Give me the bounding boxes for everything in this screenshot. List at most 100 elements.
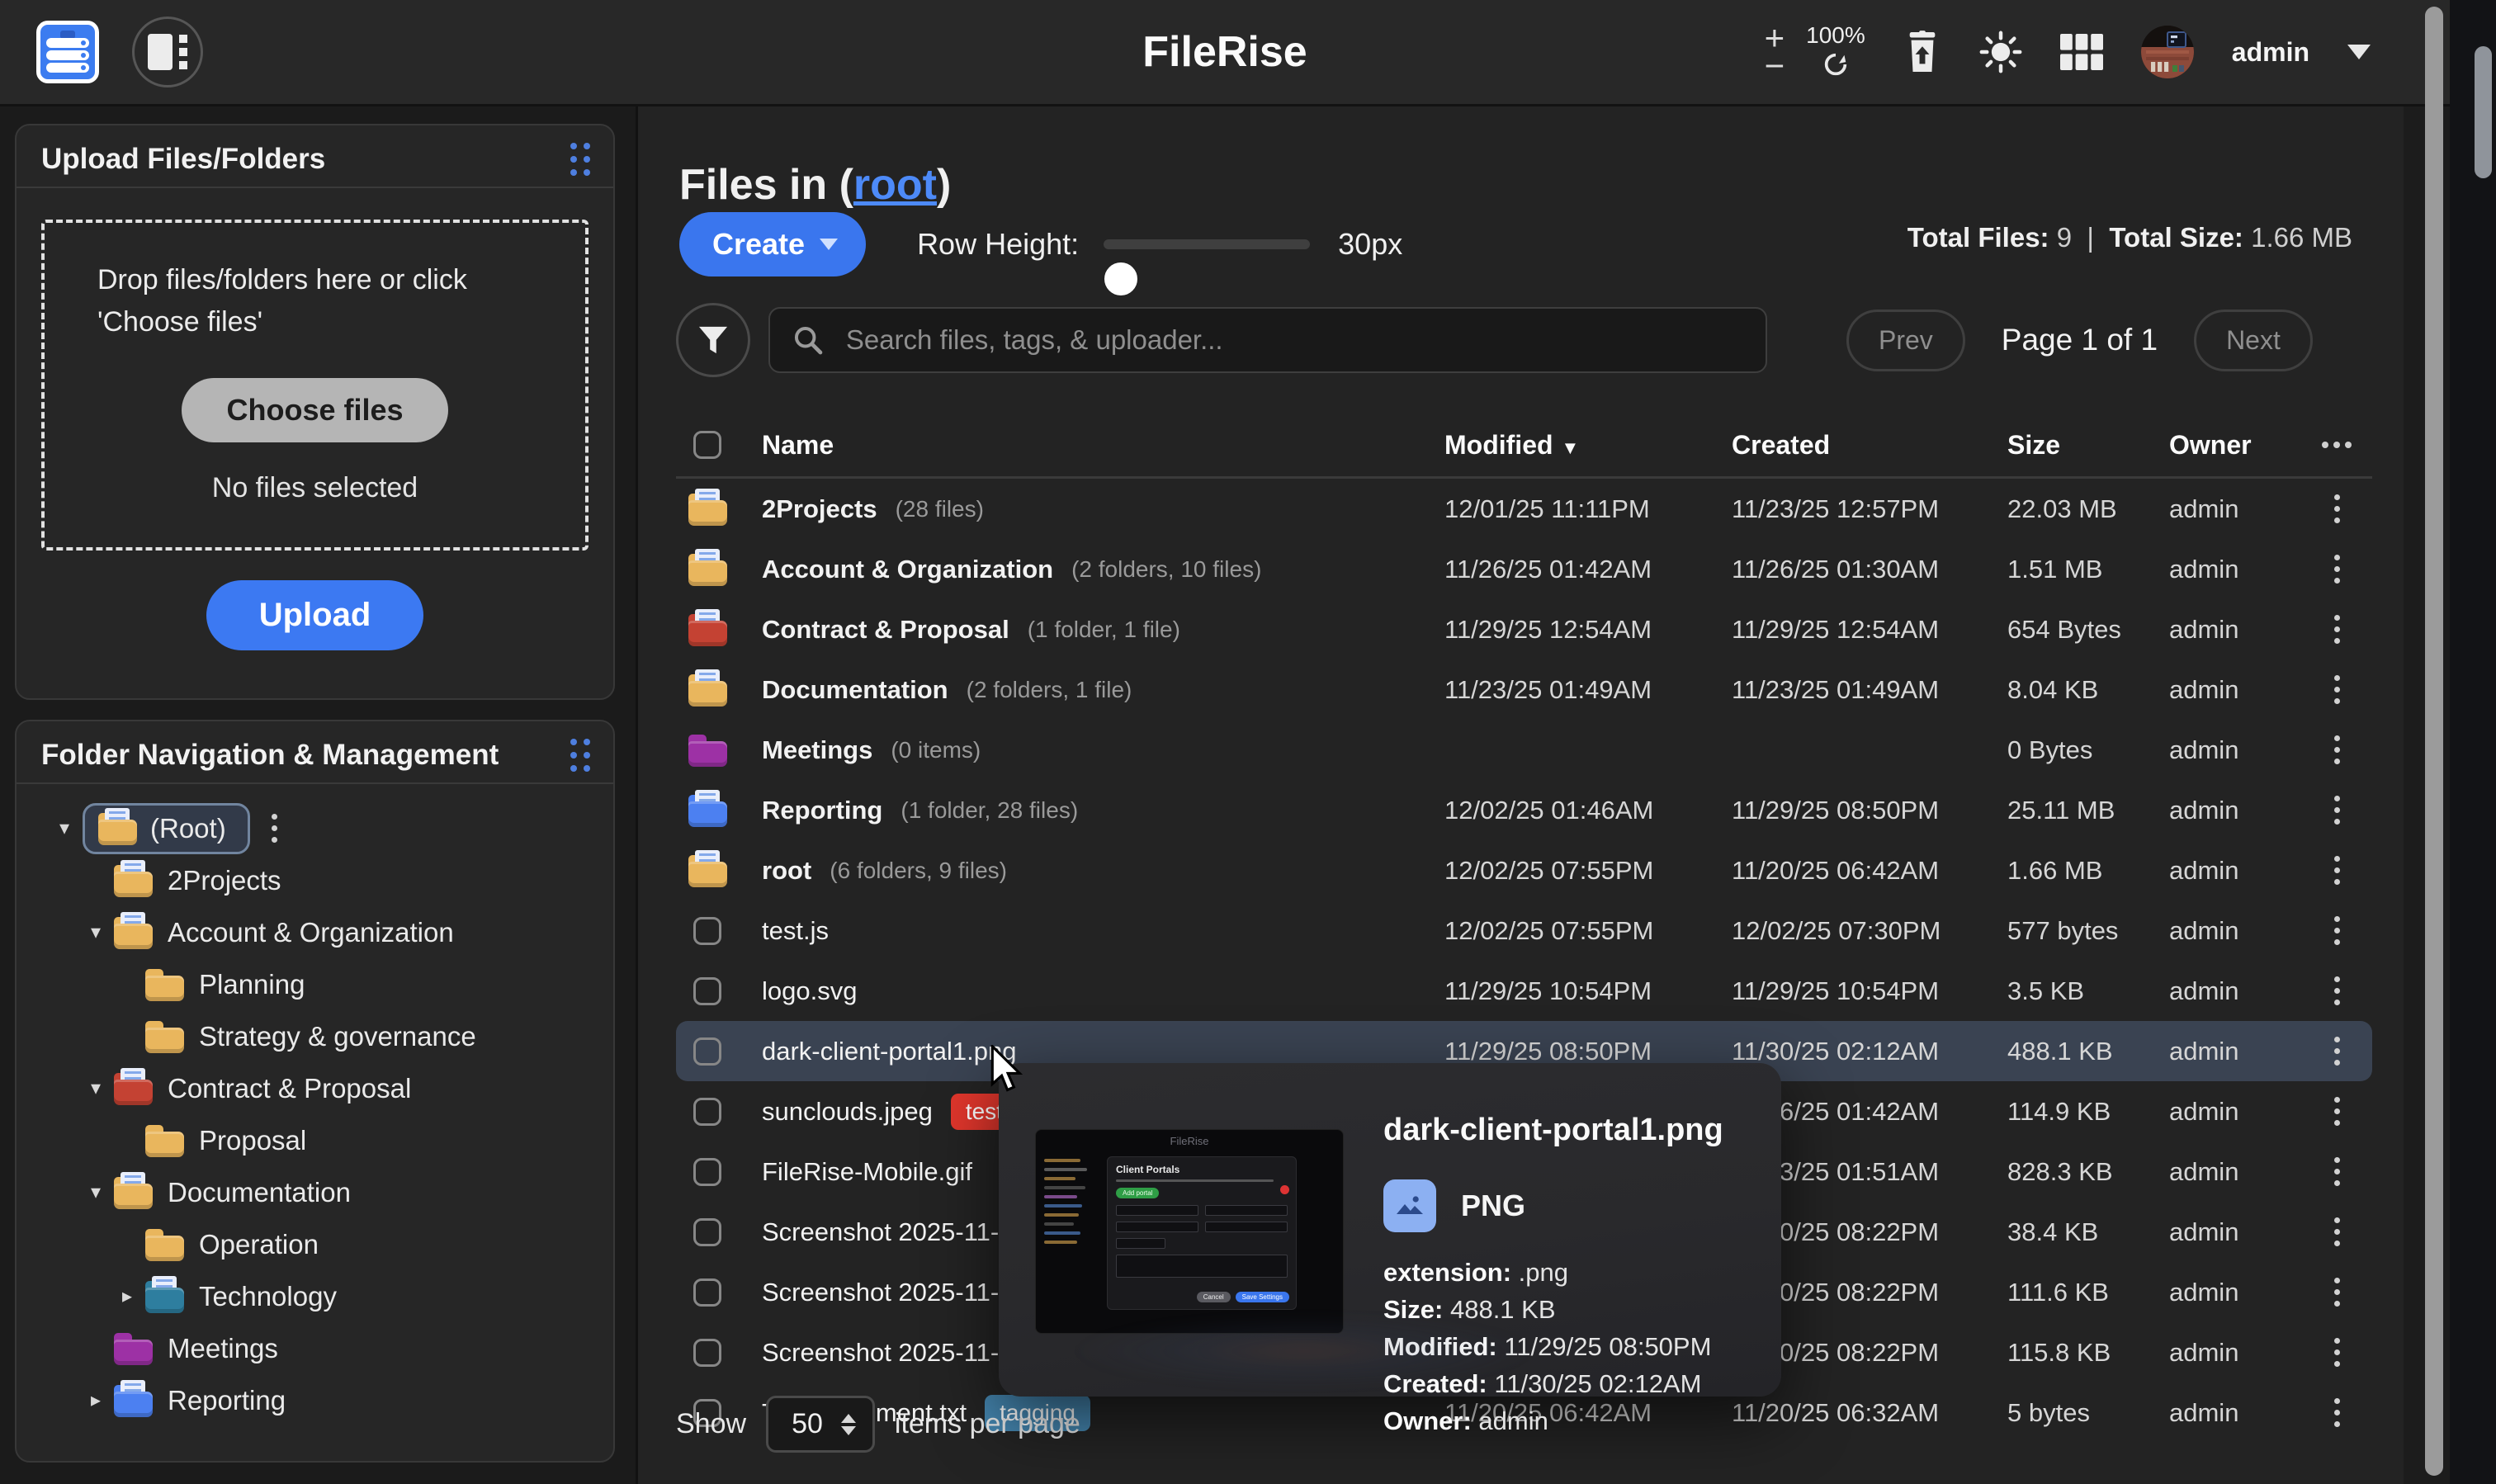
file-name[interactable]: Meetings — [762, 735, 872, 765]
row-actions-menu-icon[interactable] — [2334, 1398, 2340, 1427]
row-actions-menu-icon[interactable] — [2334, 494, 2340, 523]
row-actions-menu-icon[interactable] — [2334, 1217, 2340, 1246]
tree-item-technology[interactable]: ▸Technology — [17, 1270, 613, 1322]
row-actions-menu-icon[interactable] — [2334, 976, 2340, 1005]
table-row[interactable]: root(6 folders, 9 files) 12/02/25 07:55P… — [676, 840, 2372, 900]
row-checkbox[interactable] — [693, 1339, 721, 1367]
upload-button[interactable]: Upload — [206, 580, 424, 650]
row-actions-menu-icon[interactable] — [2334, 1157, 2340, 1186]
folder-menu-icon[interactable] — [272, 814, 277, 843]
items-per-page-select[interactable]: 50 — [766, 1396, 875, 1453]
tree-expand-caret-icon[interactable]: ▸ — [109, 1284, 145, 1308]
slider-thumb[interactable] — [1104, 262, 1138, 296]
file-name[interactable]: Reporting — [762, 796, 882, 825]
table-row[interactable]: Meetings(0 items) 0 Bytes admin — [676, 720, 2372, 780]
row-checkbox[interactable] — [693, 977, 721, 1005]
file-name[interactable]: Documentation — [762, 675, 948, 705]
tree-item-selected[interactable]: (Root) — [83, 803, 250, 854]
table-row[interactable]: 2Projects(28 files) 12/01/25 11:11PM 11/… — [676, 479, 2372, 539]
row-actions-menu-icon[interactable] — [2334, 1037, 2340, 1066]
user-avatar[interactable] — [2141, 26, 2194, 78]
tree-item-proposal[interactable]: Proposal — [17, 1114, 613, 1166]
trash-restore-icon[interactable] — [1903, 31, 1941, 73]
row-actions-menu-icon[interactable] — [2334, 1278, 2340, 1307]
column-header-size[interactable]: Size — [2007, 430, 2169, 461]
tree-expand-caret-icon[interactable]: ▾ — [78, 920, 114, 944]
row-actions-menu-icon[interactable] — [2334, 916, 2340, 945]
filter-button[interactable] — [676, 303, 750, 377]
tree-item-documentation[interactable]: ▾Documentation — [17, 1166, 613, 1218]
tree-expand-caret-icon[interactable]: ▾ — [46, 816, 83, 840]
file-name[interactable]: Screenshot 2025-11-2 — [762, 1278, 1013, 1307]
row-checkbox[interactable] — [693, 1278, 721, 1307]
row-actions-menu-icon[interactable] — [2334, 1338, 2340, 1367]
file-name[interactable]: sunclouds.jpeg — [762, 1097, 933, 1127]
table-row[interactable]: Reporting(1 folder, 28 files) 12/02/25 0… — [676, 780, 2372, 840]
row-actions-menu-icon[interactable] — [2334, 796, 2340, 825]
content-scrollbar[interactable] — [2425, 7, 2443, 1476]
tree-expand-caret-icon[interactable]: ▾ — [78, 1076, 114, 1100]
select-all-checkbox[interactable] — [693, 431, 721, 459]
tree-item-operation[interactable]: Operation — [17, 1218, 613, 1270]
row-checkbox[interactable] — [693, 1218, 721, 1246]
column-header-modified[interactable]: Modified▼ — [1444, 430, 1732, 461]
row-checkbox[interactable] — [693, 1098, 721, 1126]
user-menu-caret-icon[interactable] — [2347, 45, 2371, 59]
file-name[interactable]: Screenshot 2025-11-2 — [762, 1217, 1013, 1247]
tree-item-account-amp-organization[interactable]: ▾Account & Organization — [17, 906, 613, 958]
file-name[interactable]: logo.svg — [762, 976, 857, 1006]
zoom-out-button[interactable]: − — [1765, 52, 1785, 80]
theme-toggle-sun-icon[interactable] — [1979, 31, 2022, 73]
next-page-button[interactable]: Next — [2194, 310, 2313, 371]
row-checkbox[interactable] — [693, 1037, 721, 1066]
tree-item-planning[interactable]: Planning — [17, 958, 613, 1010]
tree-item-contract-amp-proposal[interactable]: ▾Contract & Proposal — [17, 1062, 613, 1114]
table-row[interactable]: Account & Organization(2 folders, 10 fil… — [676, 539, 2372, 599]
create-button[interactable]: Create — [679, 212, 866, 276]
layout-toggle-button[interactable] — [132, 17, 203, 87]
table-row[interactable]: test.js 12/02/25 07:55PM 12/02/25 07:30P… — [676, 900, 2372, 961]
table-row[interactable]: Documentation(2 folders, 1 file) 11/23/2… — [676, 659, 2372, 720]
file-name[interactable]: dark-client-portal1.png — [762, 1037, 1016, 1066]
row-checkbox[interactable] — [693, 1158, 721, 1186]
drag-handle-icon[interactable] — [570, 739, 590, 772]
search-box[interactable] — [768, 307, 1767, 373]
table-row[interactable]: Contract & Proposal(1 folder, 1 file) 11… — [676, 599, 2372, 659]
file-name[interactable]: test.js — [762, 916, 829, 946]
file-name[interactable]: FileRise-Mobile.gif — [762, 1157, 972, 1187]
tree-item-meetings[interactable]: Meetings — [17, 1322, 613, 1374]
row-actions-menu-icon[interactable] — [2334, 555, 2340, 584]
tree-expand-caret-icon[interactable]: ▸ — [78, 1388, 114, 1412]
row-actions-menu-icon[interactable] — [2334, 615, 2340, 644]
row-actions-menu-icon[interactable] — [2334, 675, 2340, 704]
zoom-reset-icon[interactable] — [1822, 50, 1850, 83]
column-options-icon[interactable] — [2301, 442, 2372, 448]
row-checkbox[interactable] — [693, 917, 721, 945]
page-scrollbar[interactable] — [2475, 46, 2492, 178]
tree-item-2projects[interactable]: 2Projects — [17, 854, 613, 906]
column-header-owner[interactable]: Owner — [2169, 430, 2301, 461]
row-actions-menu-icon[interactable] — [2334, 735, 2340, 764]
row-actions-menu-icon[interactable] — [2334, 1097, 2340, 1126]
tree-expand-caret-icon[interactable]: ▾ — [78, 1180, 114, 1204]
table-row[interactable]: logo.svg 11/29/25 10:54PM 11/29/25 10:54… — [676, 961, 2372, 1021]
file-name[interactable]: 2Projects — [762, 494, 877, 524]
column-header-created[interactable]: Created — [1732, 430, 2007, 461]
file-name[interactable]: root — [762, 856, 811, 886]
tree-item--root-[interactable]: ▾(Root) — [17, 802, 613, 854]
file-name[interactable]: Account & Organization — [762, 555, 1053, 584]
app-logo-icon[interactable] — [36, 21, 99, 83]
search-input[interactable] — [844, 324, 1742, 357]
file-name[interactable]: Contract & Proposal — [762, 615, 1009, 645]
tree-item-reporting[interactable]: ▸Reporting — [17, 1374, 613, 1426]
username[interactable]: admin — [2232, 37, 2309, 68]
row-actions-menu-icon[interactable] — [2334, 856, 2340, 885]
choose-files-button[interactable]: Choose files — [182, 378, 447, 442]
column-header-name[interactable]: Name — [739, 430, 1444, 461]
file-name[interactable]: Screenshot 2025-11-2 — [762, 1338, 1013, 1368]
apps-grid-icon[interactable] — [2060, 34, 2103, 70]
root-breadcrumb-link[interactable]: root — [853, 161, 937, 209]
drag-handle-icon[interactable] — [570, 143, 590, 176]
tree-item-strategy-amp-governance[interactable]: Strategy & governance — [17, 1010, 613, 1062]
row-height-slider[interactable] — [1104, 239, 1310, 249]
